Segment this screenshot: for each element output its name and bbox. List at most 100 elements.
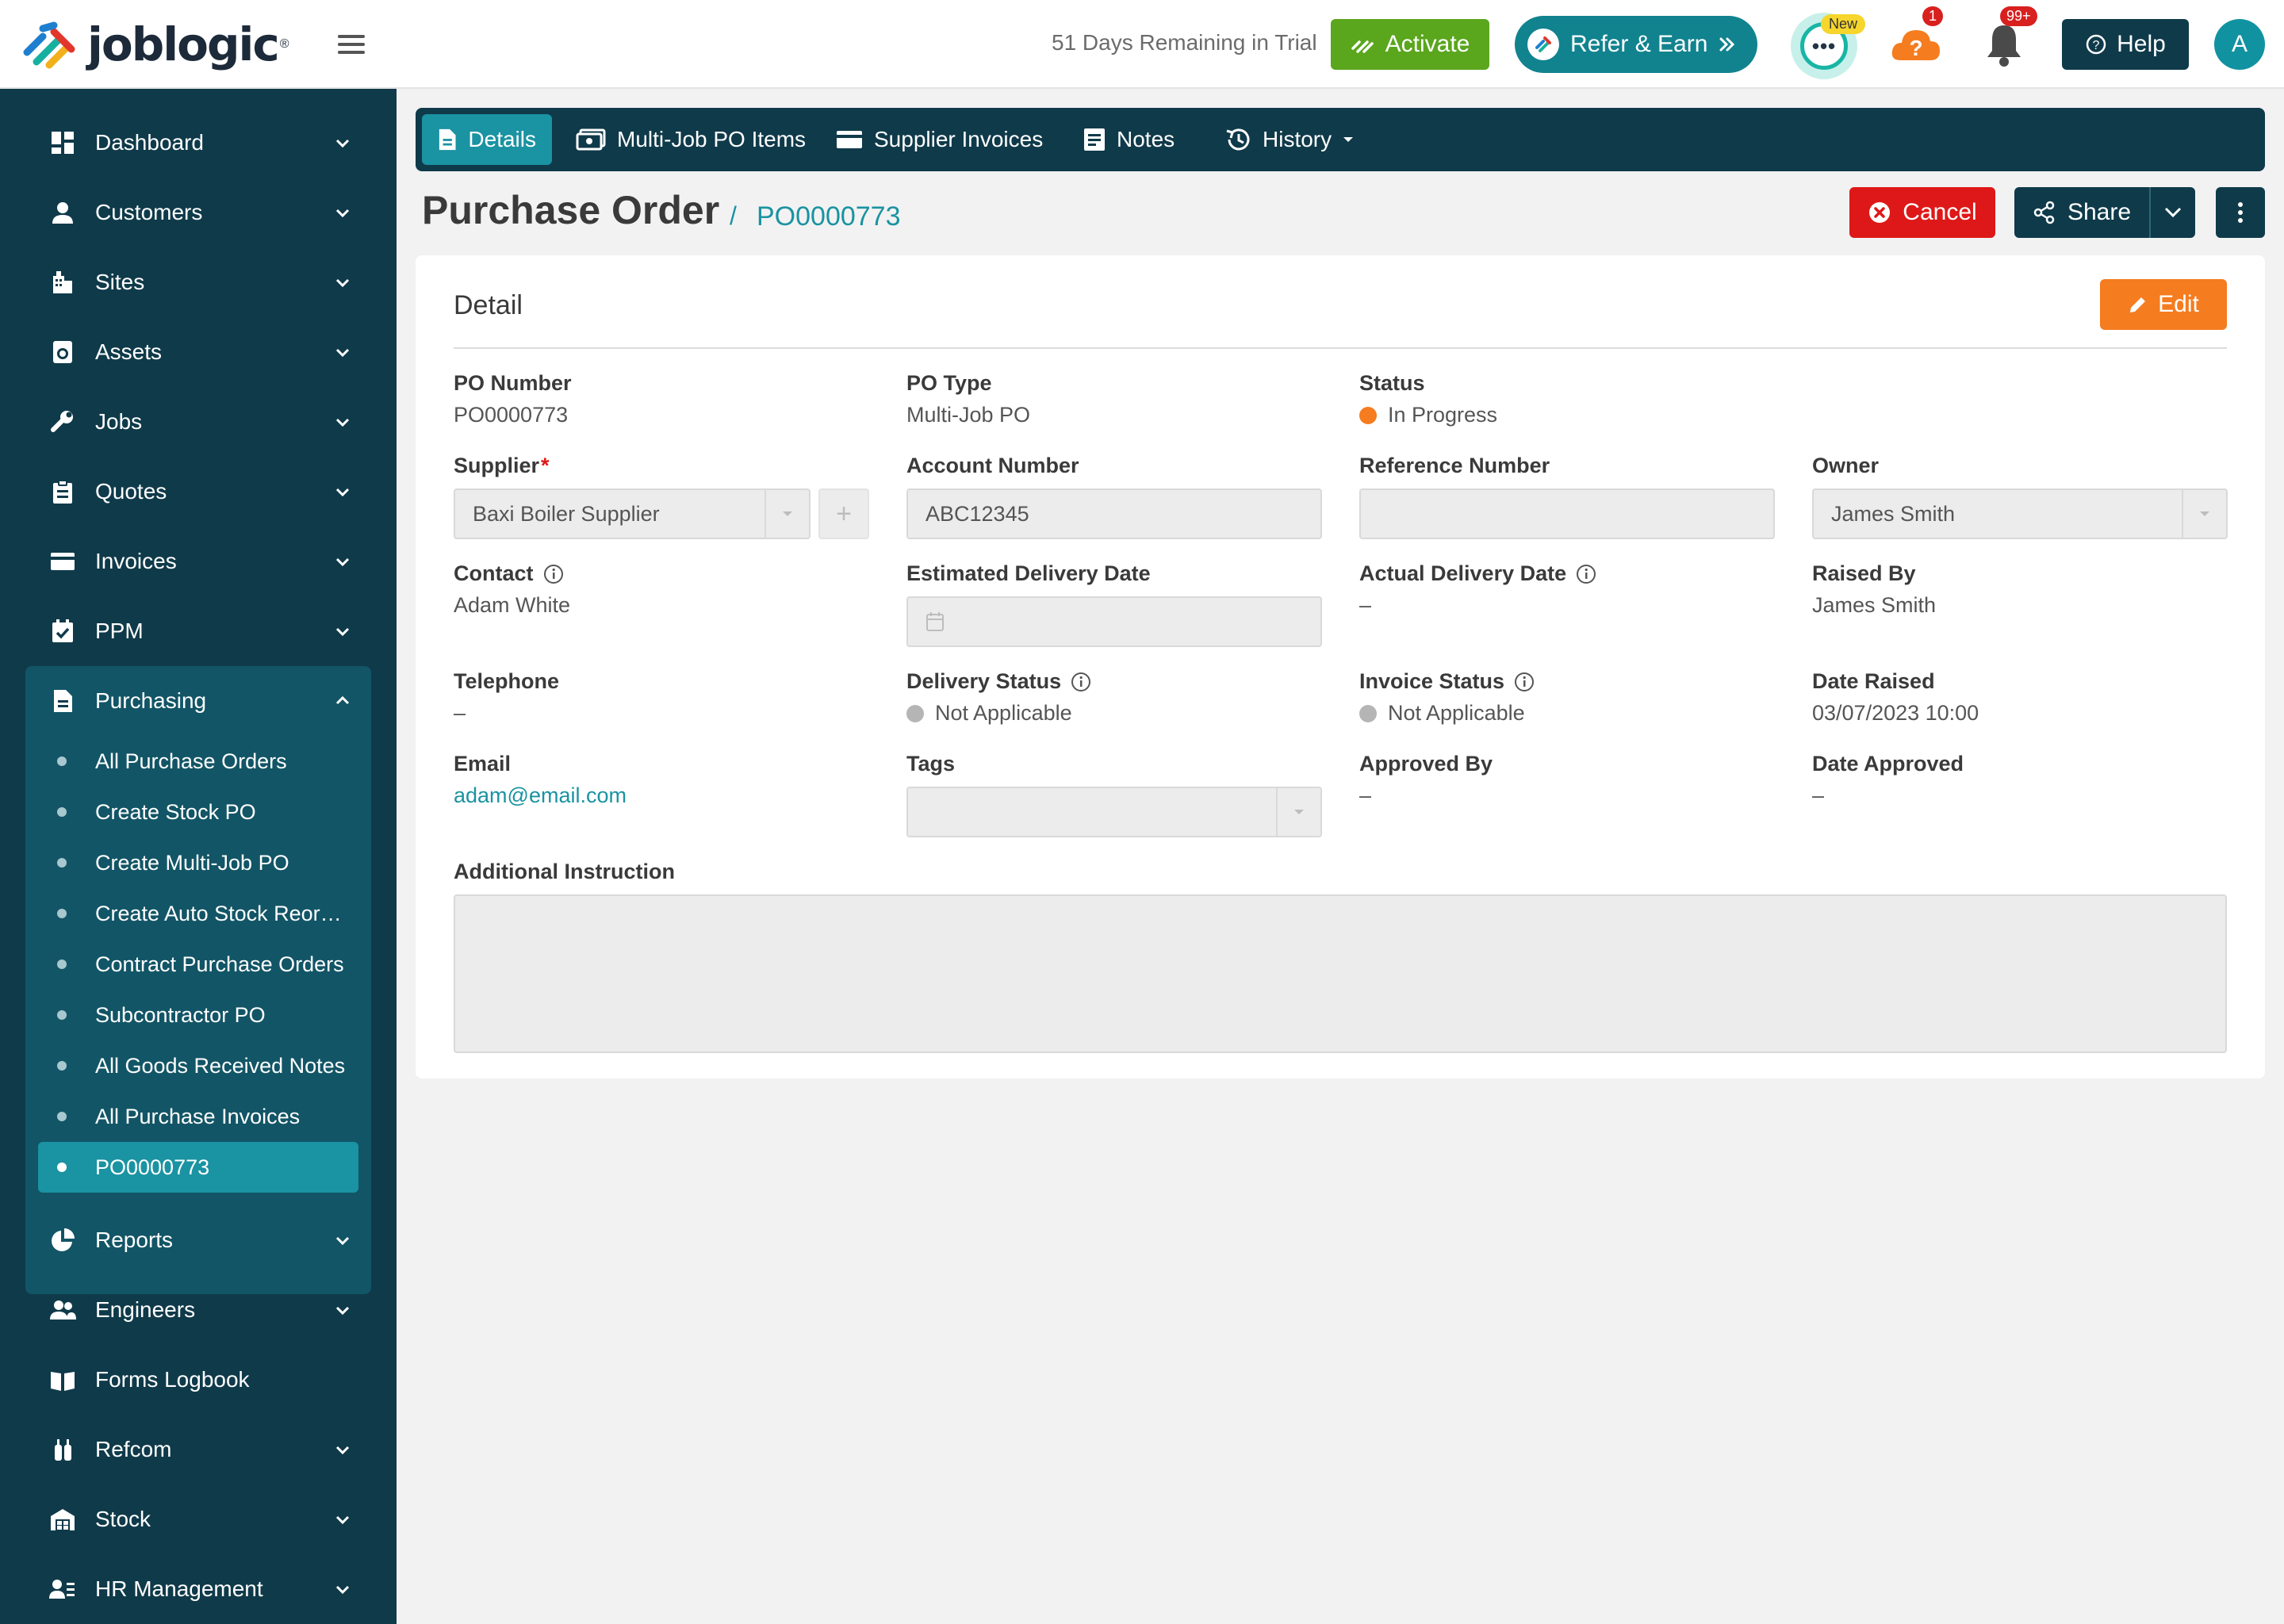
divider (454, 347, 2227, 349)
breadcrumb-po-number: PO0000773 (757, 201, 901, 232)
edit-button[interactable]: Edit (2100, 279, 2227, 330)
user-list-icon (49, 1576, 76, 1603)
share-button[interactable]: Share (2014, 187, 2151, 238)
registered-mark: ® (279, 37, 289, 51)
tab-supplier-invoices[interactable]: Supplier Invoices (820, 114, 1059, 165)
cancel-po-button[interactable]: Cancel (1849, 187, 1995, 238)
sidebar-item-customers[interactable]: Customers (0, 178, 397, 247)
date-raised-value: 03/07/2023 10:00 (1812, 701, 1979, 725)
owner-select-value: James Smith (1831, 501, 1956, 526)
chevron-down-icon (335, 1306, 350, 1316)
sidebar-item-assets[interactable]: Assets (0, 317, 397, 387)
tab-details[interactable]: Details (422, 114, 552, 165)
sidebar-subitem-all-purchase-orders[interactable]: All Purchase Orders (38, 736, 358, 787)
additional-instruction-textarea[interactable] (454, 894, 2227, 1053)
reference-number-field[interactable] (1359, 488, 1775, 539)
email-link[interactable]: adam@email.com (454, 783, 627, 808)
account-number-field[interactable]: ABC12345 (906, 488, 1322, 539)
tags-select[interactable] (906, 787, 1322, 837)
invoice-status-label-text: Invoice Status (1359, 669, 1505, 693)
tab-label: Multi-Job PO Items (617, 127, 807, 151)
supplier-select-value: Baxi Boiler Supplier (473, 501, 660, 526)
info-icon[interactable] (543, 564, 564, 584)
money-icon (576, 128, 606, 151)
sidebar-item-label: Refcom (95, 1437, 172, 1461)
sidebar-subitem-current-po[interactable]: PO0000773 (38, 1142, 358, 1193)
chevron-down-icon (335, 627, 350, 637)
date-raised-label: Date Raised (1812, 669, 1935, 693)
washer-icon (49, 339, 76, 366)
sidebar-item-hr-management[interactable]: HR Management (0, 1554, 397, 1624)
supplier-select[interactable]: Baxi Boiler Supplier (454, 488, 811, 539)
chevron-down-icon (335, 209, 350, 218)
joblogic-logo[interactable]: joblogic ® (19, 17, 289, 71)
notifications-button[interactable]: 99+ (1983, 6, 2037, 68)
activate-label: Activate (1385, 31, 1470, 57)
sidebar-item-label: Customers (95, 200, 203, 224)
sidebar-subitem-create-stock-po[interactable]: Create Stock PO (38, 787, 358, 837)
sidebar-subitem-create-multi-job-po[interactable]: Create Multi-Job PO (38, 837, 358, 888)
sidebar-subitem-contract-purchase-orders[interactable]: Contract Purchase Orders (38, 939, 358, 990)
estimated-delivery-date-field[interactable] (906, 596, 1322, 647)
info-icon[interactable] (1514, 672, 1535, 692)
sidebar-item-quotes[interactable]: Quotes (0, 457, 397, 527)
sidebar-item-sites[interactable]: Sites (0, 247, 397, 317)
add-supplier-button[interactable]: + (818, 488, 869, 539)
sidebar-item-refcom[interactable]: Refcom (0, 1415, 397, 1484)
approved-by-label: Approved By (1359, 752, 1493, 776)
owner-label: Owner (1812, 454, 1880, 477)
delivery-status-text: Not Applicable (935, 701, 1072, 725)
refer-earn-button[interactable]: Refer & Earn (1515, 16, 1757, 73)
tab-history[interactable]: History (1209, 114, 1370, 165)
reference-number-label: Reference Number (1359, 454, 1550, 477)
delivery-status-label-text: Delivery Status (906, 669, 1062, 693)
help-label: Help (2117, 31, 2166, 57)
help-cloud-button[interactable]: ? 1 (1889, 6, 1944, 63)
delivery-status-value: Not Applicable (906, 701, 1072, 726)
tab-label: History (1263, 127, 1332, 151)
sidebar-subitem-subcontractor-po[interactable]: Subcontractor PO (38, 990, 358, 1040)
sidebar-item-stock[interactable]: Stock (0, 1484, 397, 1554)
approved-by-value: – (1359, 783, 1372, 807)
user-avatar[interactable]: A (2214, 19, 2265, 70)
raised-by-value: James Smith (1812, 593, 1937, 617)
subitem-label: All Goods Received Notes (95, 1053, 346, 1078)
chevron-down-icon (335, 1585, 350, 1595)
delivery-status-label: Delivery Status (906, 669, 1091, 694)
document-icon (439, 128, 456, 151)
caret-down-icon (2182, 490, 2226, 538)
po-number-value: PO0000773 (454, 403, 569, 427)
activate-icon (1351, 40, 1374, 53)
refer-label: Refer & Earn (1570, 31, 1708, 57)
info-icon[interactable] (1071, 672, 1091, 692)
sidebar-item-forms-logbook[interactable]: Forms Logbook (0, 1345, 397, 1415)
owner-select[interactable]: James Smith (1812, 488, 2228, 539)
hamburger-menu-icon[interactable] (338, 35, 365, 54)
sidebar-subitem-all-purchase-invoices[interactable]: All Purchase Invoices (38, 1091, 358, 1142)
sidebar-item-ppm[interactable]: PPM (0, 596, 397, 666)
chat-button[interactable]: ••• New (1791, 13, 1866, 79)
tab-label: Details (468, 127, 536, 151)
sidebar-item-purchasing[interactable]: Purchasing (0, 666, 397, 736)
tab-multi-job-po-items[interactable]: Multi-Job PO Items (560, 114, 822, 165)
status-label: Status (1359, 371, 1425, 395)
help-button[interactable]: ? Help (2062, 19, 2189, 70)
gas-cylinder-icon (49, 1436, 76, 1463)
share-label: Share (2067, 199, 2132, 225)
sidebar-item-jobs[interactable]: Jobs (0, 387, 397, 457)
sidebar-item-engineers[interactable]: Engineers (0, 1275, 397, 1345)
status-text: In Progress (1388, 403, 1498, 427)
more-actions-button[interactable] (2216, 187, 2265, 238)
tab-notes[interactable]: Notes (1067, 114, 1190, 165)
question-circle-icon: ? (2086, 34, 2106, 55)
sidebar-item-reports[interactable]: Reports (0, 1205, 397, 1275)
info-icon[interactable] (1576, 564, 1596, 584)
activate-button[interactable]: Activate (1331, 19, 1489, 70)
po-type-label: PO Type (906, 371, 992, 395)
sidebar-item-dashboard[interactable]: Dashboard (0, 108, 397, 178)
tab-label: Notes (1117, 127, 1175, 151)
sidebar-subitem-all-goods-received-notes[interactable]: All Goods Received Notes (38, 1040, 358, 1091)
sidebar-item-invoices[interactable]: Invoices (0, 527, 397, 596)
sidebar-subitem-create-auto-stock-reorder[interactable]: Create Auto Stock Reord... (38, 888, 358, 939)
share-dropdown-toggle[interactable] (2151, 187, 2195, 238)
